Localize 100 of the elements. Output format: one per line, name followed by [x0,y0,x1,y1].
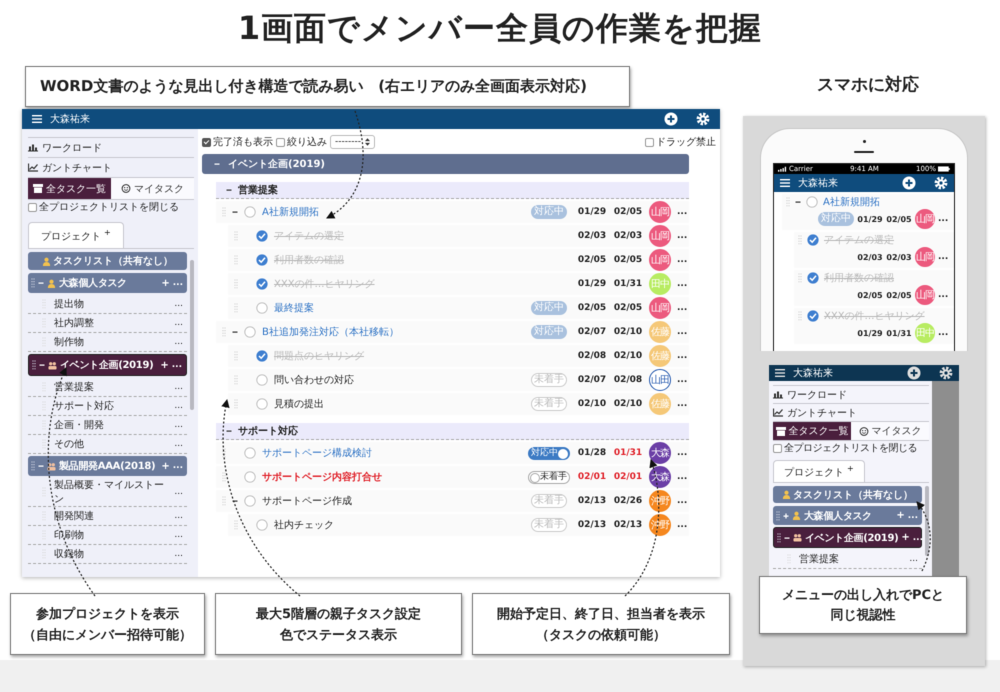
more-link[interactable]: ... [174,420,187,430]
circle-checkbox-icon[interactable] [256,374,268,386]
sidebar-tab[interactable]: マイタスク [851,422,929,440]
project-tab[interactable]: プロジェクト $^{+}$ [28,222,124,248]
add-link[interactable]: + [896,510,905,522]
nav-item[interactable]: ワークロード [773,385,929,403]
task-row[interactable]: サポートページ内容打合せ 未着手 02/01 02/01 大森 ... [216,466,689,488]
task-row[interactable]: A社新規開拓 対応中 01/29 02/05 山岡 ... [782,194,954,230]
task-list-item[interactable]: 製品概要・マイルストーン ... [28,478,187,508]
filter-select[interactable]: -------- [330,135,375,149]
assignee-avatar[interactable]: 山田 [649,369,671,391]
collapse-icon[interactable] [226,428,232,434]
more-link[interactable]: ... [174,299,187,310]
circle-checkbox-icon[interactable] [244,471,256,483]
add-link[interactable]: + [160,360,169,371]
collapse-icon[interactable] [795,199,801,205]
circle-checkbox-icon[interactable] [244,326,256,338]
drag-handle-icon[interactable] [777,532,781,543]
collapse-icon[interactable] [232,209,238,215]
drag-handle-icon[interactable] [31,461,35,472]
add-icon[interactable] [664,112,678,126]
check-circle-icon[interactable] [256,254,268,266]
add-icon[interactable] [907,366,921,380]
more-link[interactable]: ... [677,327,689,337]
more-link[interactable]: ... [174,549,187,560]
check-circle-icon[interactable] [256,230,268,242]
project-header[interactable]: タスクリスト（共有なし） [28,252,187,270]
more-link[interactable]: ... [172,461,184,472]
circle-checkbox-icon[interactable] [256,398,268,410]
collapse-all-checkbox[interactable]: 全プロジェクトリストを閉じる [773,441,929,455]
more-link[interactable]: ... [677,255,689,265]
task-title[interactable]: サポートページ内容打合せ [262,470,521,484]
more-link[interactable]: ... [938,328,950,338]
more-link[interactable]: ... [908,510,919,521]
more-link[interactable]: ... [174,401,187,412]
settings-icon[interactable] [939,366,953,380]
task-list-item[interactable]: 営業提案 ... [28,378,187,398]
status-toggle[interactable]: 未着手 [528,470,570,484]
more-link[interactable]: ... [174,487,187,498]
more-link[interactable]: ... [174,382,187,392]
status-toggle[interactable]: 対応中 [528,446,570,460]
more-link[interactable]: ... [909,554,922,564]
task-list-item[interactable]: 制作物 ... [28,333,187,352]
more-link[interactable]: ... [677,279,689,289]
collapse-icon[interactable] [232,329,238,335]
project-header[interactable]: タスクリスト（共有なし） [773,486,922,504]
assignee-avatar[interactable]: 大森 [649,442,671,464]
task-title[interactable]: 社内チェック [274,518,521,532]
task-row[interactable]: XXXの件…ヒヤリング 01/29 01/31 田中 ... [228,273,689,295]
task-list-item[interactable]: 社内調整 ... [28,314,187,334]
menu-icon[interactable] [32,115,42,123]
collapse-all-checkbox[interactable]: 全プロジェクトリストを閉じる [28,200,194,214]
assignee-avatar[interactable]: 大森 [649,466,671,488]
show-done-checkbox[interactable]: 完了済も表示 [202,135,273,149]
task-row[interactable]: 最終提案 対応中 02/05 02/05 山岡 ... [228,297,689,319]
nav-item[interactable]: ガントチャート [773,403,929,421]
drag-handle-icon[interactable] [32,360,36,370]
task-row[interactable]: アイテムの選定 02/03 02/03 山岡 ... [228,225,689,247]
task-row[interactable]: サポートページ構成検討 対応中 01/28 01/31 大森 ... [216,442,689,464]
nav-item[interactable]: ガントチャート [28,157,194,177]
drag-handle-icon[interactable] [776,510,780,521]
add-link[interactable]: + [161,278,170,289]
task-list-item[interactable]: サポート対応 ... [28,397,187,416]
task-row[interactable]: サポートページ作成 未着手 02/13 02/26 沖野 ... [216,490,689,512]
more-link[interactable]: ... [677,303,689,313]
drag-handle-icon[interactable] [222,448,226,458]
filter-checkbox[interactable]: 絞り込み [276,135,327,149]
task-list-item[interactable]: 企画・開発 ... [28,416,187,436]
task-row[interactable]: 見積の提出 未着手 02/10 02/10 佐藤 ... [228,393,689,415]
drag-handle-icon[interactable] [31,278,35,288]
more-link[interactable]: ... [677,351,689,361]
sidebar-tab[interactable]: 全タスク一覧 [773,422,851,440]
task-list-item[interactable]: 提出物 ... [28,295,187,314]
check-circle-icon[interactable] [807,310,819,322]
sidebar-tab[interactable]: マイタスク [111,178,194,199]
collapse-icon[interactable] [226,187,232,193]
more-link[interactable]: ... [172,360,183,370]
circle-checkbox-icon[interactable] [244,447,256,459]
more-link[interactable]: ... [677,399,689,409]
more-link[interactable]: ... [938,290,950,300]
circle-checkbox-icon[interactable] [244,206,256,218]
more-link[interactable]: ... [938,252,950,262]
check-circle-icon[interactable] [807,234,819,246]
task-title[interactable]: 問い合わせの対応 [274,373,521,387]
expand-icon[interactable] [783,512,789,519]
more-link[interactable]: ... [677,207,689,217]
drag-handle-icon[interactable] [222,472,226,482]
task-list-item[interactable]: 営業提案 ... [773,550,922,570]
collapse-icon[interactable] [39,362,45,368]
project-header[interactable]: 製品開発AAA(2018) + ... [28,456,187,476]
project-header[interactable]: 大森個人タスク + ... [773,506,922,526]
more-link[interactable]: ... [174,530,187,540]
task-row[interactable]: XXXの件…ヒヤリング 01/29 01/31 田中 ... [794,308,954,344]
scrollbar[interactable] [190,260,194,410]
section-header[interactable]: サポート対応 [216,423,689,440]
check-circle-icon[interactable] [256,278,268,290]
task-row[interactable]: B社追加発注対応（本社移転） 対応中 02/07 02/10 佐藤 ... [216,321,689,343]
task-list-item[interactable]: 印刷物 ... [28,526,187,546]
more-link[interactable]: ... [677,496,689,506]
project-title-bar[interactable]: イベント企画(2019) [202,154,689,174]
